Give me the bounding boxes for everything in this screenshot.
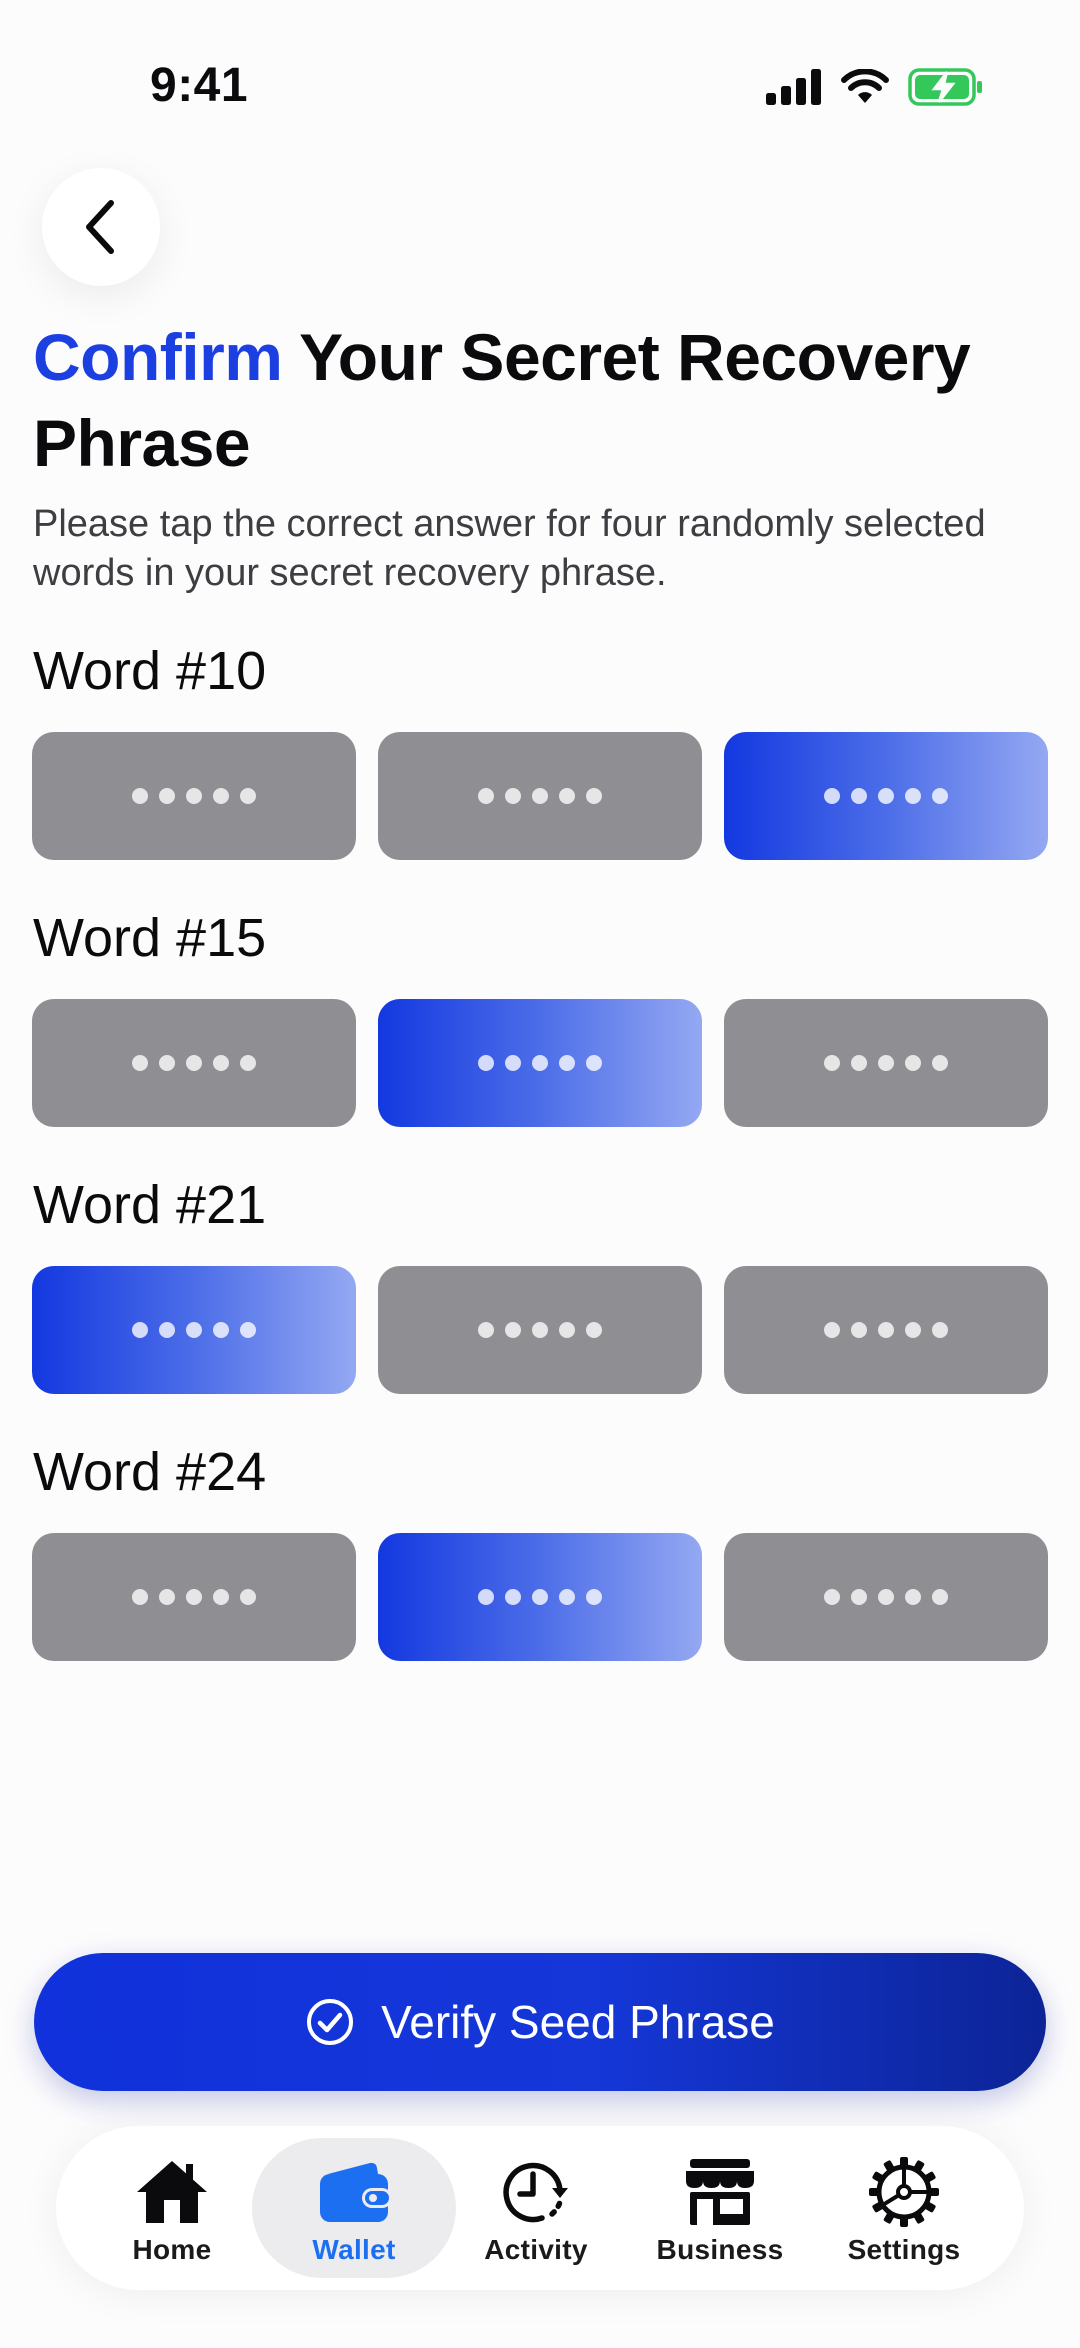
tab-business-label: Business [656, 2234, 784, 2265]
word-label: Word #10 [33, 641, 267, 701]
activity-clock-icon [503, 2162, 568, 2223]
word-option-button-selected[interactable] [378, 999, 702, 1127]
chevron-left-icon [86, 200, 114, 254]
screen: 9:41 Confirm Your Secret Recovery Phrase… [0, 0, 1080, 2348]
tab-activity[interactable]: Activity [434, 2138, 638, 2278]
check-circle-icon [307, 1999, 354, 2045]
tab-home-label: Home [132, 2234, 212, 2265]
status-icons [766, 68, 984, 106]
back-button[interactable] [42, 168, 160, 286]
word-label: Word #15 [33, 908, 267, 968]
tab-home[interactable]: Home [70, 2138, 274, 2278]
verify-seed-phrase-button[interactable]: Verify Seed Phrase [34, 1953, 1046, 2091]
tab-wallet[interactable]: Wallet [252, 2138, 456, 2278]
storefront-icon [686, 2159, 754, 2225]
battery-charging-icon [908, 68, 982, 106]
word-option-button[interactable] [32, 732, 356, 860]
word-label: Word #24 [33, 1442, 267, 1502]
tab-bar: Home Wallet Activity Business Settings [56, 2126, 1024, 2290]
tab-wallet-label: Wallet [312, 2234, 396, 2265]
verify-button-label: Verify Seed Phrase [381, 1996, 775, 2048]
word-option-button-selected[interactable] [32, 1266, 356, 1394]
tab-settings[interactable]: Settings [802, 2138, 1006, 2278]
word-options [32, 1266, 1048, 1394]
tab-business[interactable]: Business [618, 2138, 822, 2278]
home-icon [137, 2161, 207, 2223]
word-option-button[interactable] [378, 732, 702, 860]
word-options [32, 732, 1048, 860]
word-option-button[interactable] [724, 1533, 1048, 1661]
wallet-icon [320, 2162, 392, 2222]
word-option-button-selected[interactable] [724, 732, 1048, 860]
word-option-button[interactable] [724, 999, 1048, 1127]
word-option-button[interactable] [378, 1266, 702, 1394]
word-option-button[interactable] [32, 1533, 356, 1661]
page-title-accent: Confirm [33, 320, 283, 394]
page-title: Confirm Your Secret Recovery Phrase [33, 314, 1033, 486]
status-time: 9:41 [150, 59, 249, 112]
cellular-signal-icon [766, 69, 821, 105]
word-option-button[interactable] [724, 1266, 1048, 1394]
word-options [32, 999, 1048, 1127]
tab-activity-label: Activity [484, 2234, 588, 2265]
word-options [32, 1533, 1048, 1661]
word-option-button-selected[interactable] [378, 1533, 702, 1661]
word-option-button[interactable] [32, 999, 356, 1127]
tab-settings-label: Settings [847, 2234, 961, 2265]
page-subtitle: Please tap the correct answer for four r… [33, 503, 986, 594]
word-label: Word #21 [33, 1175, 267, 1235]
wifi-icon [841, 69, 889, 103]
gear-icon [869, 2157, 939, 2227]
